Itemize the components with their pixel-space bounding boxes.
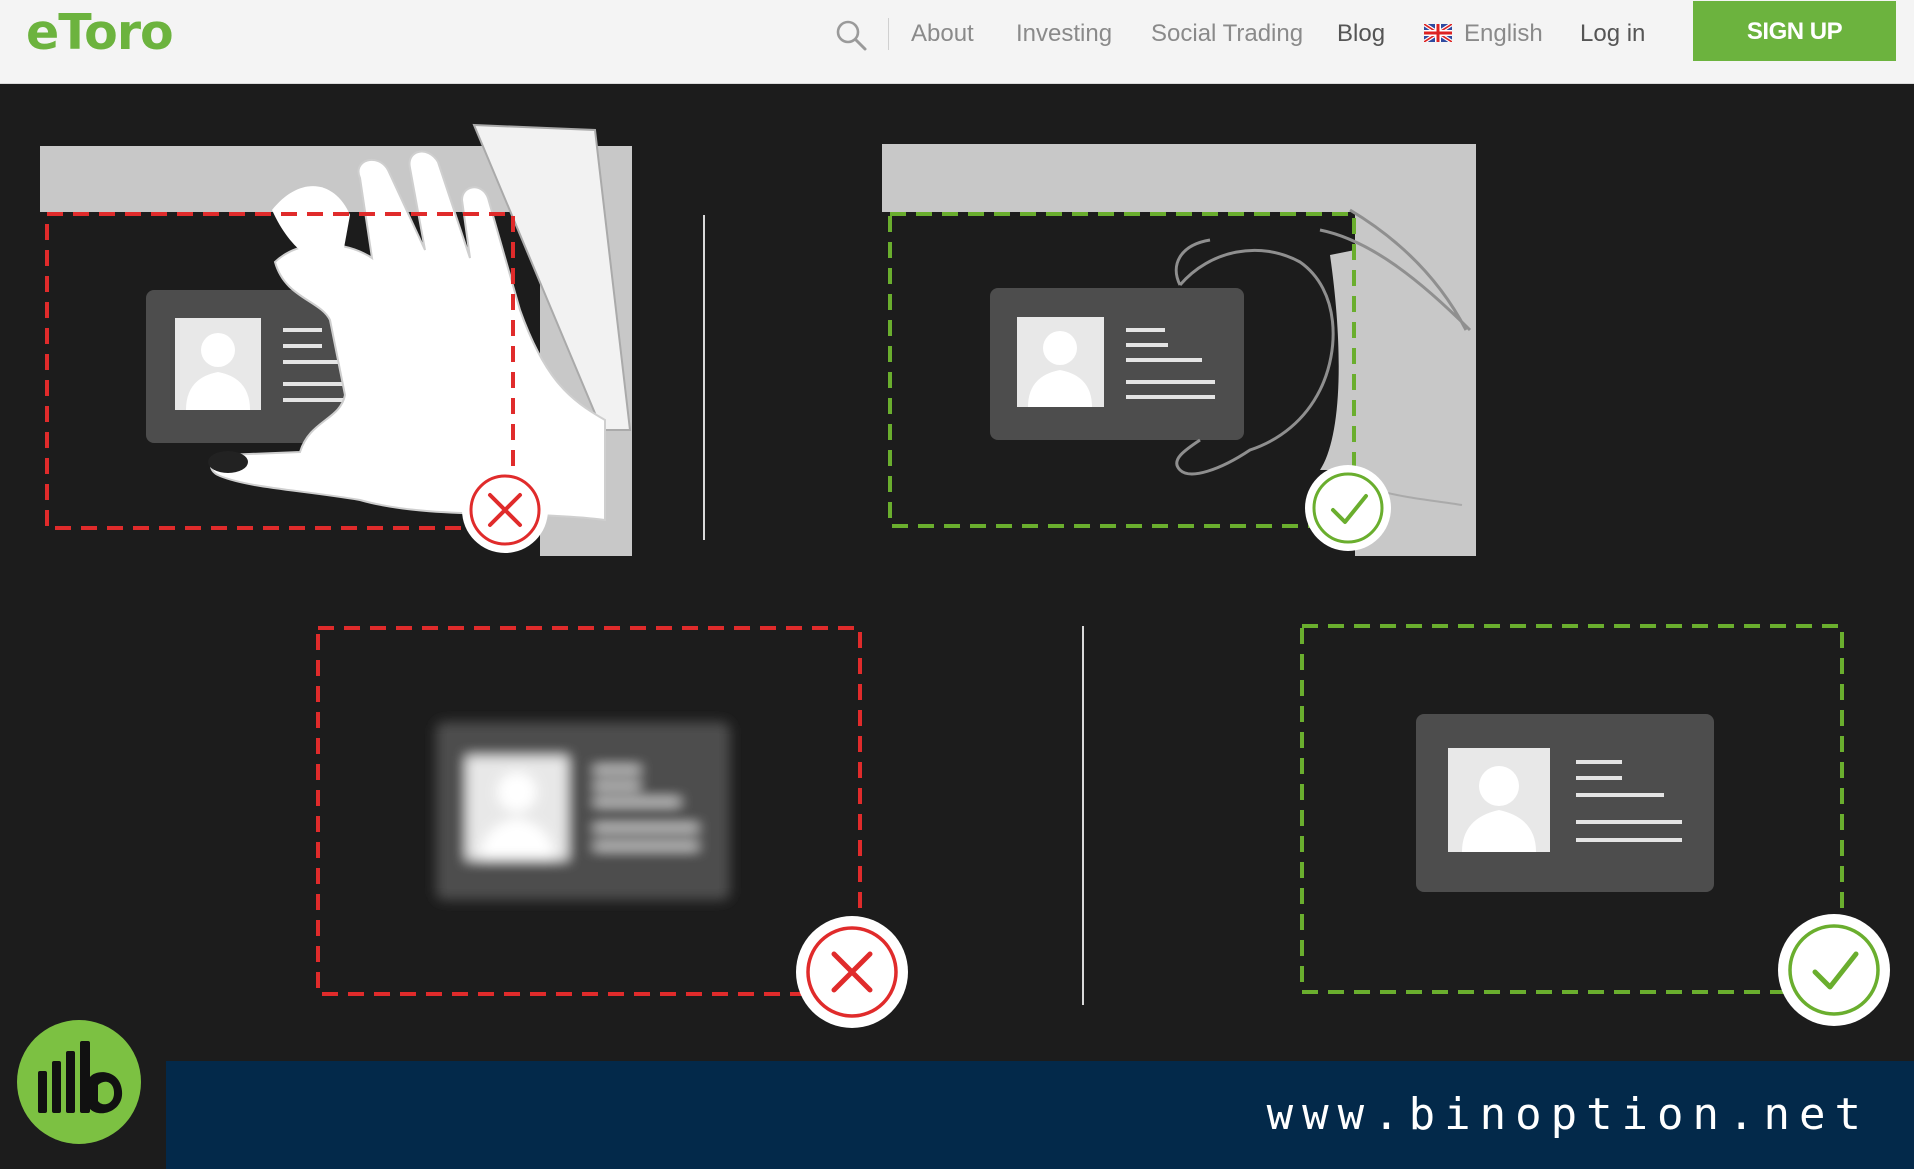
blurry-id-card <box>436 722 730 900</box>
nav-login-link[interactable]: Log in <box>1580 19 1645 49</box>
sign-up-button[interactable]: SIGN UP <box>1693 1 1896 61</box>
check-icon <box>1778 914 1890 1026</box>
panel-blurry-id <box>316 626 908 1028</box>
panel-hand-holding-id <box>882 144 1476 556</box>
watermark-footer-bar: www.binoption.net <box>166 1061 1914 1169</box>
top-nav-bar: eToro About Investing Social Trading Blo… <box>0 0 1914 84</box>
uk-flag-icon[interactable] <box>1424 24 1452 42</box>
nav-divider <box>888 18 889 50</box>
id-card <box>1416 714 1714 892</box>
search-icon[interactable] <box>834 18 868 52</box>
x-icon <box>462 467 548 553</box>
nav-about-link[interactable]: About <box>911 19 974 49</box>
nav-blog-link[interactable]: Blog <box>1337 19 1385 49</box>
id-photo-guidelines-illustration <box>40 123 1890 1028</box>
x-icon <box>796 916 908 1028</box>
panel-clear-id <box>1300 624 1890 1026</box>
nav-investing-link[interactable]: Investing <box>1016 19 1112 49</box>
nav-social-trading-link[interactable]: Social Trading <box>1151 19 1303 49</box>
language-selector[interactable]: English <box>1464 19 1543 49</box>
website-url: www.binoption.net <box>1266 1089 1870 1140</box>
check-icon <box>1305 465 1391 551</box>
panel-hand-covering-id <box>40 123 632 556</box>
binoption-logo-icon <box>17 1020 141 1144</box>
id-card <box>990 288 1244 440</box>
etoro-logo[interactable]: eToro <box>26 4 174 61</box>
